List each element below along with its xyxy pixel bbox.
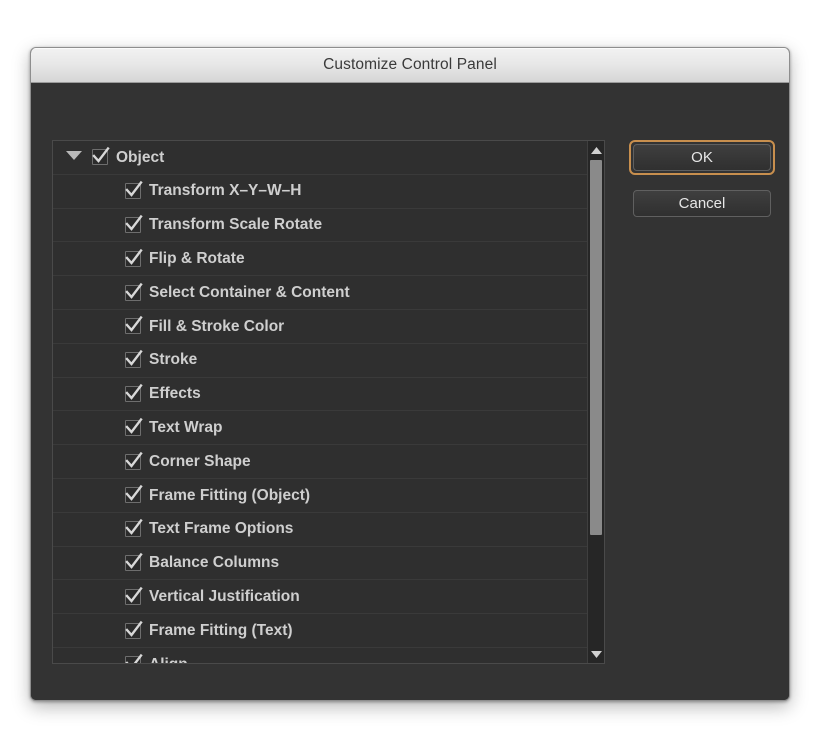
list-item-label: Corner Shape (149, 454, 251, 470)
list-item-label: Effects (149, 386, 201, 402)
checkbox[interactable] (125, 386, 141, 402)
list-item-label: Flip & Rotate (149, 251, 245, 267)
checkbox[interactable] (125, 183, 141, 199)
list-item-label: Text Wrap (149, 420, 223, 436)
list-item[interactable]: Vertical Justification (53, 580, 604, 614)
checkbox[interactable] (125, 521, 141, 537)
checkbox[interactable] (125, 454, 141, 470)
list-item[interactable]: Flip & Rotate (53, 242, 604, 276)
list-item-label: Frame Fitting (Text) (149, 623, 293, 639)
list-item[interactable]: Align (53, 648, 604, 663)
list-scrollbar[interactable] (587, 141, 604, 663)
list-item[interactable]: Transform X–Y–W–H (53, 175, 604, 209)
scrollbar-thumb[interactable] (590, 160, 602, 535)
dialog-titlebar: Customize Control Panel (31, 48, 789, 83)
list-item[interactable]: Effects (53, 378, 604, 412)
list-item-label: Transform X–Y–W–H (149, 183, 301, 199)
list-item-label: Vertical Justification (149, 589, 300, 605)
checkbox[interactable] (125, 623, 141, 639)
checkbox[interactable] (125, 420, 141, 436)
scroll-down-arrow-icon[interactable] (588, 646, 604, 662)
list-item[interactable]: Corner Shape (53, 445, 604, 479)
list-item-label: Align (149, 657, 188, 663)
list-item-label: Balance Columns (149, 555, 279, 571)
dialog-button-group: OK Cancel (629, 140, 771, 217)
list-item-label: Text Frame Options (149, 521, 293, 537)
list-item[interactable]: Stroke (53, 344, 604, 378)
dialog-body: Object Transform X–Y–W–H Transform Scale R… (31, 83, 789, 701)
list-item-label: Stroke (149, 352, 197, 368)
list-item[interactable]: Text Wrap (53, 411, 604, 445)
checkbox[interactable] (92, 149, 108, 165)
ok-button[interactable]: OK (633, 144, 771, 171)
checkbox[interactable] (125, 589, 141, 605)
list-item[interactable]: Object (53, 141, 604, 175)
scroll-up-arrow-icon[interactable] (588, 142, 604, 158)
customize-control-panel-dialog: Customize Control Panel Object Transform … (30, 47, 790, 701)
list-item-label: Select Container & Content (149, 285, 350, 301)
cancel-button[interactable]: Cancel (633, 190, 771, 217)
checkbox[interactable] (125, 656, 141, 663)
list-item[interactable]: Frame Fitting (Text) (53, 614, 604, 648)
list-item[interactable]: Fill & Stroke Color (53, 310, 604, 344)
ok-button-focus-ring: OK (629, 140, 775, 175)
list-item[interactable]: Text Frame Options (53, 513, 604, 547)
checkbox[interactable] (125, 251, 141, 267)
triangle-down-icon[interactable] (66, 151, 82, 163)
list-scroll-viewport: Object Transform X–Y–W–H Transform Scale R… (53, 141, 604, 663)
checkbox[interactable] (125, 285, 141, 301)
checkbox[interactable] (125, 318, 141, 334)
list-item[interactable]: Frame Fitting (Object) (53, 479, 604, 513)
list-item[interactable]: Select Container & Content (53, 276, 604, 310)
list-item-label: Object (116, 150, 164, 166)
list-item-label: Frame Fitting (Object) (149, 488, 310, 504)
list-item[interactable]: Transform Scale Rotate (53, 209, 604, 243)
list-item-label: Fill & Stroke Color (149, 319, 284, 335)
checkbox[interactable] (125, 555, 141, 571)
checkbox[interactable] (125, 352, 141, 368)
control-panel-feature-list[interactable]: Object Transform X–Y–W–H Transform Scale R… (52, 140, 605, 664)
checkbox[interactable] (125, 487, 141, 503)
dialog-title: Customize Control Panel (323, 56, 497, 74)
checkbox[interactable] (125, 217, 141, 233)
list-item-label: Transform Scale Rotate (149, 217, 322, 233)
list-item[interactable]: Balance Columns (53, 547, 604, 581)
